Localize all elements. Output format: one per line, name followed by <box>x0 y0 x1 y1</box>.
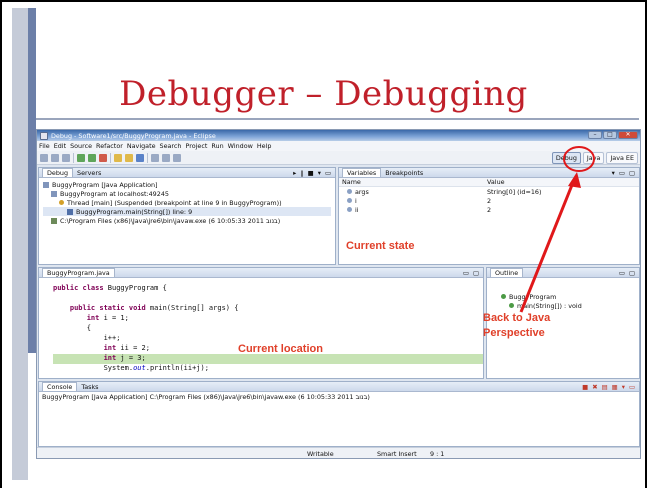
annotation-arrow-line <box>519 179 576 313</box>
java-perspective-circle <box>563 146 595 172</box>
annotation-overlay <box>519 146 595 313</box>
annotation-arrow-head <box>568 172 581 188</box>
